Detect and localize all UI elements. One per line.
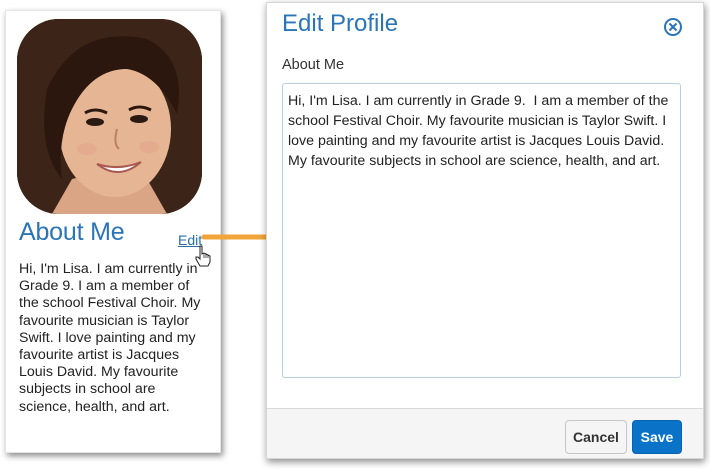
dialog-footer: Cancel Save [267, 408, 703, 458]
edit-profile-dialog: Edit Profile About Me Hi, I'm Lisa. I am… [266, 2, 704, 459]
about-me-text: Hi, I'm Lisa. I am currently in Grade 9.… [19, 261, 201, 415]
profile-photo [17, 19, 202, 214]
cancel-button[interactable]: Cancel [565, 420, 627, 454]
dialog-title: Edit Profile [282, 10, 399, 37]
about-me-textarea[interactable]: Hi, I'm Lisa. I am currently in Grade 9.… [282, 83, 681, 378]
about-me-heading: About Me [19, 218, 125, 246]
profile-card: About Me Edit Hi, I'm Lisa. I am current… [5, 10, 221, 453]
about-me-field-label: About Me [282, 57, 345, 73]
close-icon[interactable] [663, 17, 683, 37]
save-button[interactable]: Save [632, 420, 682, 454]
avatar [17, 19, 202, 214]
